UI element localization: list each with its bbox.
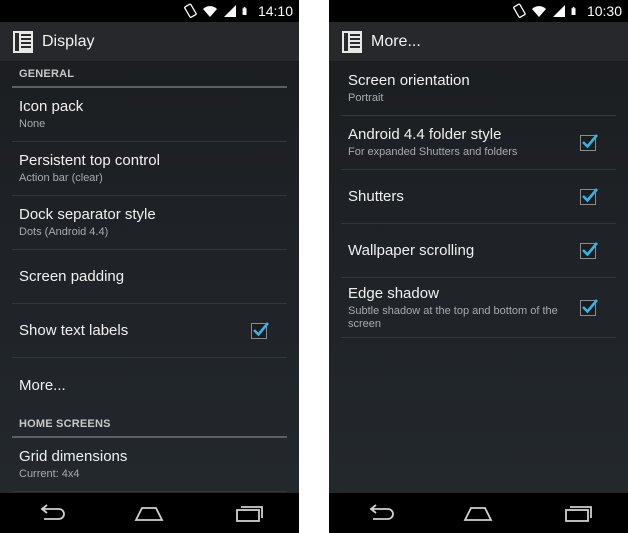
launcher-app-icon[interactable] [341, 30, 363, 54]
checkmark-icon [582, 187, 599, 202]
action-bar-title: Display [42, 32, 95, 50]
pref-summary: Current: 4x4 [19, 468, 80, 480]
pref-screen-padding[interactable]: Screen padding [12, 250, 287, 304]
pref-title: Shutters [348, 188, 404, 205]
pref-title: Persistent top control [19, 152, 160, 169]
show-text-labels-checkbox[interactable] [251, 321, 270, 339]
pref-title: Grid dimensions [19, 448, 128, 465]
pref-icon-pack[interactable]: Icon pack None [12, 88, 287, 142]
pref-title: Dock separator style [19, 206, 156, 223]
back-icon[interactable] [364, 503, 394, 523]
checkmark-icon [253, 321, 270, 336]
pref-title: Icon pack [19, 98, 84, 115]
pref-persistent-top-control[interactable]: Persistent top control Action bar (clear… [12, 142, 287, 196]
status-time: 14:10 [257, 3, 293, 19]
cell-signal-icon [223, 5, 236, 17]
battery-icon [242, 7, 247, 15]
status-time: 10:30 [586, 3, 622, 19]
pref-dock-separator-style[interactable]: Dock separator style Dots (Android 4.4) [12, 196, 287, 250]
android-folder-style-checkbox[interactable] [580, 133, 599, 151]
section-header-general: GENERAL [12, 62, 287, 88]
checkmark-icon [582, 241, 599, 256]
pref-title: Screen padding [19, 268, 125, 285]
status-bar: 10:30 [329, 0, 628, 22]
home-icon[interactable] [463, 503, 493, 523]
action-bar[interactable]: Display [0, 22, 299, 62]
phone-screen-more: 10:30 More... Screen orientation Portrai… [329, 0, 628, 533]
recents-icon[interactable] [234, 503, 264, 523]
action-bar-title: More... [371, 32, 421, 50]
shutters-checkbox[interactable] [580, 187, 599, 205]
pref-show-text-labels[interactable]: Show text labels [12, 304, 287, 358]
pref-summary: For expanded Shutters and folders [348, 146, 518, 158]
pref-summary: Action bar (clear) [19, 172, 103, 184]
pref-title: Show text labels [19, 322, 129, 339]
phone-screen-display: 14:10 Display GENERAL Icon pack None Per… [0, 0, 299, 533]
action-bar[interactable]: More... [329, 22, 628, 62]
settings-list: Screen orientation Portrait Android 4.4 … [329, 62, 628, 493]
wallpaper-scrolling-checkbox[interactable] [580, 241, 599, 259]
pref-shutters[interactable]: Shutters [341, 170, 616, 224]
orientation-icon [513, 3, 526, 18]
pref-title: Android 4.4 folder style [348, 126, 502, 143]
recents-icon[interactable] [563, 503, 593, 523]
battery-icon [571, 7, 576, 15]
orientation-icon [184, 3, 197, 18]
pref-wallpaper-scrolling[interactable]: Wallpaper scrolling [341, 224, 616, 278]
home-icon[interactable] [134, 503, 164, 523]
pref-more[interactable]: More... [12, 358, 287, 412]
navigation-bar [0, 493, 299, 533]
checkmark-icon [582, 133, 599, 148]
pref-summary: None [19, 118, 46, 130]
cell-signal-icon [552, 5, 565, 17]
status-bar: 14:10 [0, 0, 299, 22]
pref-title: Edge shadow [348, 284, 439, 302]
pref-summary: Portrait [348, 92, 384, 104]
pref-screen-orientation[interactable]: Screen orientation Portrait [341, 62, 616, 116]
pref-summary: Dots (Android 4.4) [19, 226, 109, 238]
wifi-icon [202, 6, 217, 17]
back-icon[interactable] [35, 503, 65, 523]
pref-grid-dimensions[interactable]: Grid dimensions Current: 4x4 [12, 438, 287, 492]
settings-list: GENERAL Icon pack None Persistent top co… [0, 62, 299, 493]
wifi-icon [531, 6, 546, 17]
pref-title: More... [19, 376, 66, 394]
pref-summary: Subtle shadow at the top and bottom of t… [348, 304, 558, 330]
section-header-home-screens: HOME SCREENS [12, 412, 287, 438]
pref-title: Wallpaper scrolling [348, 242, 475, 259]
navigation-bar [329, 493, 628, 533]
edge-shadow-checkbox[interactable] [580, 298, 599, 316]
pref-edge-shadow[interactable]: Edge shadow Subtle shadow at the top and… [341, 278, 616, 338]
launcher-app-icon[interactable] [12, 30, 34, 54]
checkmark-icon [582, 298, 599, 313]
pref-title: Screen orientation [348, 72, 470, 89]
pref-android-folder-style[interactable]: Android 4.4 folder style For expanded Sh… [341, 116, 616, 170]
